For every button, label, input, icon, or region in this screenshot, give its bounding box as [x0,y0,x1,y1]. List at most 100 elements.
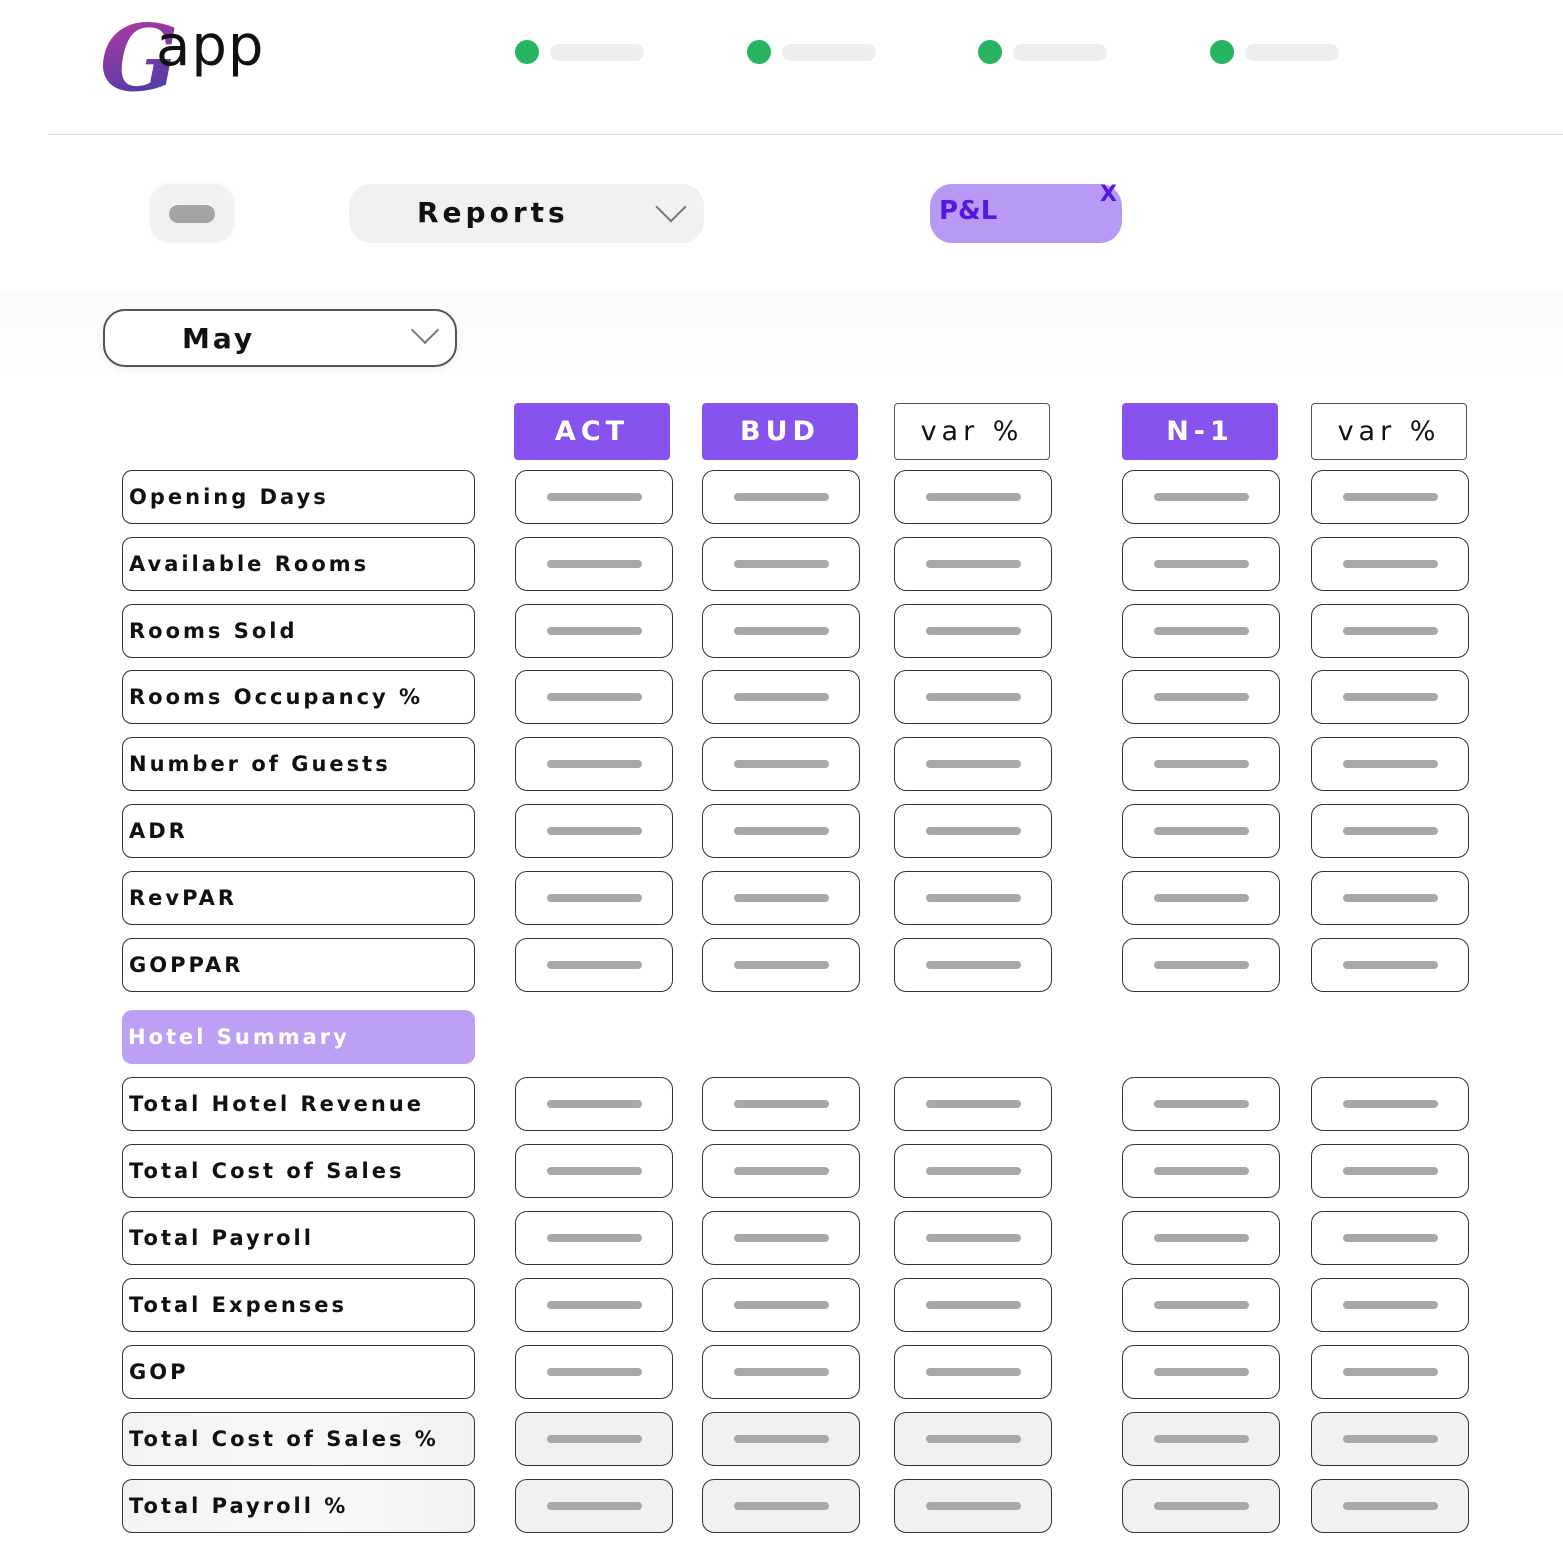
filter-chip-pl[interactable]: P&L X [930,182,1122,243]
value-cell-var-n-1[interactable] [1311,1278,1469,1332]
value-cell-var-n-1[interactable] [1311,670,1469,724]
column-header-var-bud[interactable]: var % [894,403,1050,460]
value-placeholder [546,1435,642,1443]
value-cell-bud[interactable] [702,1412,860,1466]
value-cell-var-n-1[interactable] [1311,1345,1469,1399]
value-cell-n-1[interactable] [1122,938,1280,992]
progress-step-1 [515,40,644,64]
value-cell-var-n-1[interactable] [1311,537,1469,591]
value-placeholder [1342,1368,1438,1376]
value-cell-n-1[interactable] [1122,1211,1280,1265]
value-cell-var-bud[interactable] [894,938,1052,992]
value-cell-bud[interactable] [702,470,860,524]
value-cell-var-n-1[interactable] [1311,1077,1469,1131]
value-cell-var-bud[interactable] [894,1144,1052,1198]
value-cell-var-n-1[interactable] [1311,1144,1469,1198]
value-cell-act[interactable] [515,1077,673,1131]
value-placeholder [1342,1301,1438,1309]
value-cell-act[interactable] [515,1211,673,1265]
value-placeholder [546,827,642,835]
column-header-n-1[interactable]: N-1 [1122,403,1278,460]
value-cell-bud[interactable] [702,1479,860,1533]
reports-dropdown[interactable]: Reports [349,184,704,243]
value-cell-var-bud[interactable] [894,470,1052,524]
value-cell-n-1[interactable] [1122,670,1280,724]
value-cell-var-bud[interactable] [894,1211,1052,1265]
value-cell-act[interactable] [515,1479,673,1533]
value-cell-bud[interactable] [702,537,860,591]
value-cell-bud[interactable] [702,871,860,925]
value-cell-bud[interactable] [702,1345,860,1399]
value-cell-n-1[interactable] [1122,1077,1280,1131]
value-cell-var-bud[interactable] [894,871,1052,925]
value-cell-bud[interactable] [702,1278,860,1332]
value-cell-var-n-1[interactable] [1311,871,1469,925]
value-cell-act[interactable] [515,537,673,591]
value-cell-var-bud[interactable] [894,804,1052,858]
value-cell-bud[interactable] [702,604,860,658]
value-cell-bud[interactable] [702,1211,860,1265]
value-cell-act[interactable] [515,938,673,992]
value-cell-n-1[interactable] [1122,871,1280,925]
row-label: Total Cost of Sales [122,1144,475,1198]
value-cell-n-1[interactable] [1122,804,1280,858]
value-cell-bud[interactable] [702,804,860,858]
value-placeholder [546,560,642,568]
column-header-var-n-1[interactable]: var % [1311,403,1467,460]
value-cell-n-1[interactable] [1122,1412,1280,1466]
value-cell-act[interactable] [515,1345,673,1399]
value-cell-var-bud[interactable] [894,1479,1052,1533]
value-cell-bud[interactable] [702,670,860,724]
column-header-bud[interactable]: BUD [702,403,858,460]
value-cell-var-bud[interactable] [894,670,1052,724]
value-cell-var-bud[interactable] [894,1077,1052,1131]
value-cell-var-n-1[interactable] [1311,1412,1469,1466]
menu-toggle-button[interactable] [150,184,234,243]
gapp-logo[interactable]: G app [100,12,275,107]
value-cell-bud[interactable] [702,1144,860,1198]
value-cell-var-bud[interactable] [894,1345,1052,1399]
value-cell-n-1[interactable] [1122,1278,1280,1332]
value-placeholder [1342,1100,1438,1108]
value-cell-var-bud[interactable] [894,1278,1052,1332]
value-cell-act[interactable] [515,737,673,791]
value-placeholder [1342,894,1438,902]
value-cell-var-bud[interactable] [894,737,1052,791]
column-header-act[interactable]: ACT [514,403,670,460]
value-cell-bud[interactable] [702,1077,860,1131]
value-cell-var-n-1[interactable] [1311,1211,1469,1265]
month-dropdown[interactable]: May [103,309,457,367]
value-placeholder [1342,1167,1438,1175]
value-cell-act[interactable] [515,604,673,658]
value-cell-var-n-1[interactable] [1311,470,1469,524]
value-cell-act[interactable] [515,1412,673,1466]
value-cell-act[interactable] [515,470,673,524]
value-cell-act[interactable] [515,804,673,858]
month-dropdown-value: May [182,322,256,355]
value-cell-var-n-1[interactable] [1311,804,1469,858]
value-cell-act[interactable] [515,1278,673,1332]
value-cell-n-1[interactable] [1122,537,1280,591]
value-cell-var-bud[interactable] [894,604,1052,658]
value-cell-var-n-1[interactable] [1311,737,1469,791]
value-cell-n-1[interactable] [1122,1479,1280,1533]
value-cell-var-n-1[interactable] [1311,938,1469,992]
value-cell-act[interactable] [515,1144,673,1198]
value-cell-n-1[interactable] [1122,737,1280,791]
close-icon[interactable]: X [1100,182,1117,207]
value-placeholder [1342,1234,1438,1242]
value-cell-bud[interactable] [702,737,860,791]
value-cell-var-n-1[interactable] [1311,604,1469,658]
value-cell-var-bud[interactable] [894,537,1052,591]
value-cell-n-1[interactable] [1122,470,1280,524]
value-cell-var-bud[interactable] [894,1412,1052,1466]
value-cell-act[interactable] [515,670,673,724]
value-cell-var-n-1[interactable] [1311,1479,1469,1533]
value-cell-n-1[interactable] [1122,1144,1280,1198]
value-cell-n-1[interactable] [1122,604,1280,658]
value-cell-act[interactable] [515,871,673,925]
value-cell-n-1[interactable] [1122,1345,1280,1399]
value-placeholder [733,961,829,969]
value-placeholder [733,493,829,501]
value-cell-bud[interactable] [702,938,860,992]
